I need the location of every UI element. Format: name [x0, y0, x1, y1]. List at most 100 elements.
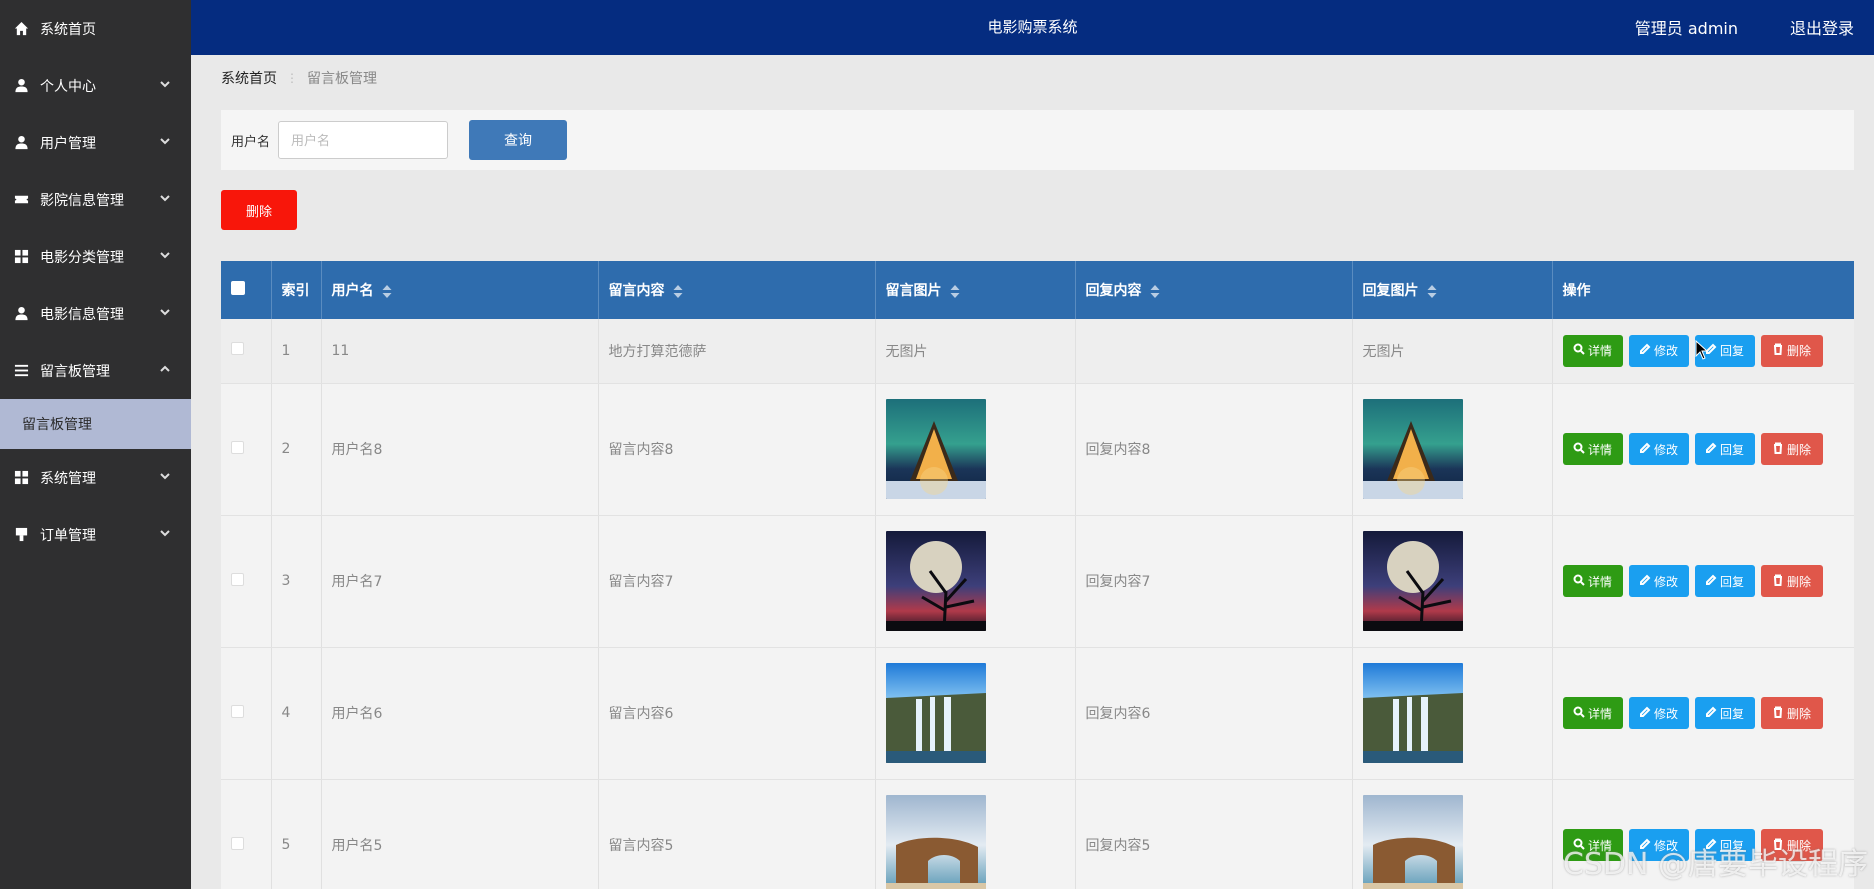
trash-icon: [1772, 574, 1787, 589]
reply-button[interactable]: 回复: [1694, 565, 1755, 597]
message-image[interactable]: [885, 663, 1075, 763]
no-image-text: 无图片: [885, 343, 928, 360]
detail-button[interactable]: 详情: [1562, 565, 1623, 597]
row-checkbox[interactable]: [231, 704, 244, 718]
sidebar-item-message-board[interactable]: 留言板管理: [0, 342, 191, 399]
cell-actions: 详情 修改 回复 删除: [1552, 647, 1854, 780]
button-label: 回复: [1719, 706, 1744, 721]
edit-button[interactable]: 修改: [1628, 565, 1689, 597]
edit-button[interactable]: 修改: [1628, 433, 1689, 465]
bulk-delete-button[interactable]: 删除: [221, 190, 297, 230]
table-row: 3 用户名7 留言内容7 回复内容7 详情 修改 回复 删除: [221, 515, 1854, 648]
column-header-label: 回复内容: [1085, 283, 1142, 299]
reply-image[interactable]: [1362, 795, 1552, 889]
row-checkbox[interactable]: [231, 342, 244, 356]
column-header-message-content[interactable]: 留言内容: [598, 261, 876, 319]
select-all-checkbox[interactable]: [231, 281, 245, 295]
delete-button[interactable]: 删除: [1760, 697, 1823, 729]
sort-icon[interactable]: [1427, 284, 1437, 298]
cell-index: 1: [271, 319, 322, 384]
sidebar-item-orders[interactable]: 订单管理: [0, 506, 191, 563]
sort-icon[interactable]: [673, 284, 683, 298]
cell-reply-content: [1075, 319, 1353, 384]
message-image[interactable]: [885, 795, 1075, 889]
column-header-index: 索引: [271, 261, 322, 319]
user-icon: [13, 306, 29, 322]
sidebar-item-system[interactable]: 系统管理: [0, 449, 191, 506]
username-search-input[interactable]: [278, 121, 449, 159]
row-checkbox-cell: [221, 383, 272, 516]
pencil-icon: [1639, 706, 1654, 721]
row-checkbox[interactable]: [231, 440, 244, 454]
cell-username: 11: [321, 319, 599, 384]
sidebar-item-personal-center[interactable]: 个人中心: [0, 57, 191, 114]
sort-icon[interactable]: [1150, 284, 1160, 298]
sidebar-item-home[interactable]: 系统首页: [0, 0, 191, 57]
message-table: 索引 用户名 留言内容 留言图片 回复内容 回复图片 操作 1 11 地方打算范德萨…: [221, 261, 1854, 889]
row-checkbox[interactable]: [231, 572, 244, 586]
search-icon: [1573, 706, 1588, 721]
cell-reply-content: 回复内容6: [1075, 647, 1353, 780]
sort-icon[interactable]: [950, 284, 960, 298]
edit-button[interactable]: 修改: [1628, 334, 1689, 367]
breadcrumb: 系统首页 ⋮ 留言板管理: [221, 68, 377, 88]
column-header-reply-image[interactable]: 回复图片: [1352, 261, 1553, 319]
logout-link[interactable]: 退出登录: [1790, 15, 1854, 39]
trash-icon: [1772, 343, 1787, 358]
pencil-icon: [1639, 442, 1654, 457]
cell-message-content: 留言内容6: [598, 647, 876, 780]
cell-message-image: [875, 647, 1076, 780]
detail-button[interactable]: 详情: [1562, 697, 1623, 729]
reply-button[interactable]: 回复: [1694, 433, 1755, 465]
cell-reply-image: [1352, 647, 1553, 780]
cell-username: 用户名7: [321, 515, 599, 648]
search-icon: [1573, 442, 1588, 457]
sidebar-item-label: 电影信息管理: [40, 306, 124, 323]
detail-button[interactable]: 详情: [1562, 334, 1623, 367]
button-label: 回复: [1719, 574, 1744, 589]
column-header-message-image[interactable]: 留言图片: [875, 261, 1076, 319]
edit-button[interactable]: 修改: [1628, 697, 1689, 729]
row-checkbox[interactable]: [231, 836, 244, 850]
reply-image[interactable]: [1362, 531, 1552, 631]
cell-index: 3: [271, 515, 322, 648]
cell-reply-image: 无图片: [1352, 319, 1553, 384]
pencil-icon: [1705, 706, 1720, 721]
row-checkbox-cell: [221, 515, 272, 648]
cell-username: 用户名8: [321, 383, 599, 516]
breadcrumb-home[interactable]: 系统首页: [221, 68, 277, 88]
sidebar-subitem-message-board[interactable]: 留言板管理: [0, 399, 191, 449]
sidebar-item-movie-categories[interactable]: 电影分类管理: [0, 228, 191, 285]
cell-actions: 详情 修改 回复 删除: [1552, 515, 1854, 648]
sidebar-item-users[interactable]: 用户管理: [0, 114, 191, 171]
button-label: 删除: [1786, 442, 1811, 457]
search-label: 用户名: [231, 134, 271, 150]
button-label: 删除: [1786, 344, 1811, 359]
message-image[interactable]: [885, 531, 1075, 631]
reply-image[interactable]: [1362, 663, 1552, 763]
message-image[interactable]: [885, 399, 1075, 499]
sidebar-item-label: 系统首页: [40, 21, 96, 38]
reply-image[interactable]: [1362, 399, 1552, 499]
column-header-username[interactable]: 用户名: [321, 261, 599, 319]
sidebar-item-cinemas[interactable]: 影院信息管理: [0, 171, 191, 228]
column-header-reply-content[interactable]: 回复内容: [1075, 261, 1353, 319]
chevron-down-icon: [159, 527, 171, 543]
cell-message-image: [875, 779, 1076, 889]
pencil-icon: [1639, 343, 1654, 358]
delete-button[interactable]: 删除: [1760, 334, 1823, 367]
sidebar-subitem-label: 留言板管理: [22, 417, 92, 433]
sort-icon[interactable]: [382, 284, 392, 298]
reply-button[interactable]: 回复: [1694, 697, 1755, 729]
query-button[interactable]: 查询: [469, 120, 568, 160]
column-header-label: 留言内容: [608, 283, 665, 299]
delete-button[interactable]: 删除: [1760, 433, 1823, 465]
sidebar-item-label: 系统管理: [40, 470, 96, 487]
sidebar-item-movies[interactable]: 电影信息管理: [0, 285, 191, 342]
trash-icon: [1772, 442, 1787, 457]
chevron-down-icon: [159, 78, 171, 94]
delete-button[interactable]: 删除: [1760, 565, 1823, 597]
detail-button[interactable]: 详情: [1562, 433, 1623, 465]
cell-message-image: [875, 383, 1076, 516]
button-label: 详情: [1587, 442, 1612, 457]
